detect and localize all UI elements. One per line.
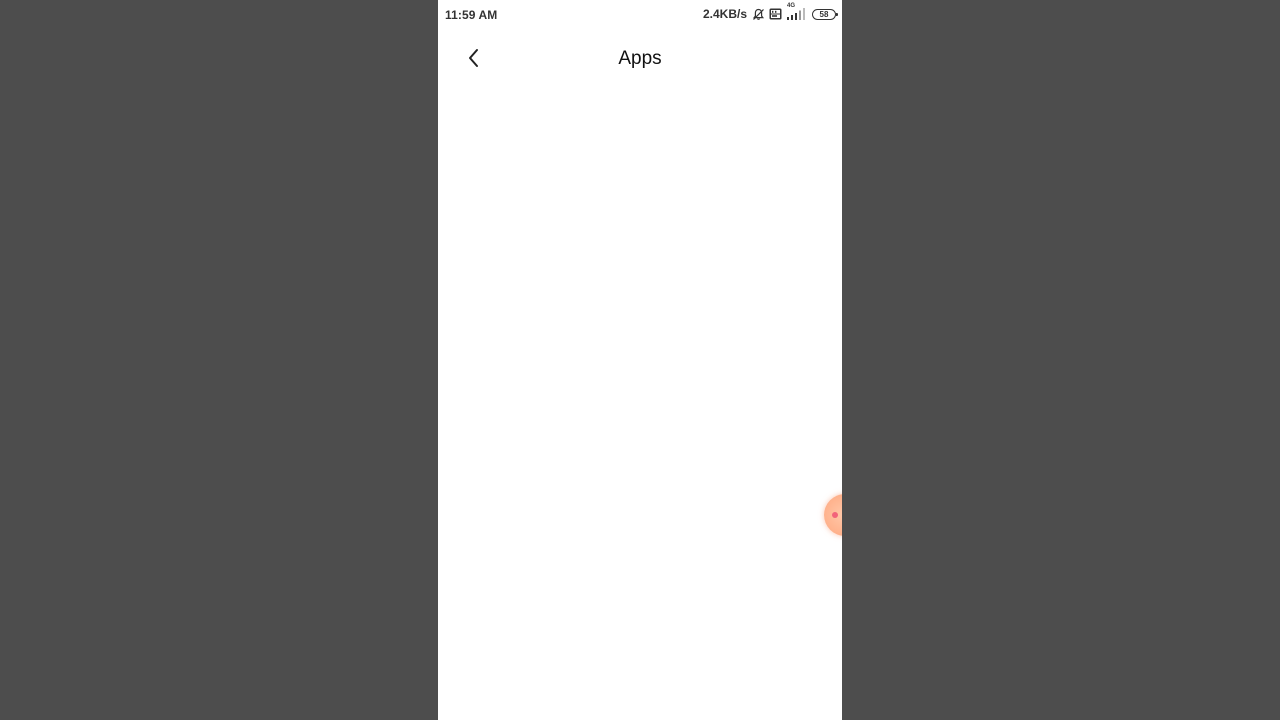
phone-screen: 11:59 AM 2.4KB/s 4G 58 Apps: [438, 0, 842, 720]
status-indicators: 2.4KB/s 4G 58: [702, 3, 838, 21]
battery-icon: 58: [812, 8, 838, 20]
page-title: Apps: [618, 48, 662, 69]
signal-type-label: 4G: [787, 3, 796, 9]
network-speed: 2.4KB/s: [702, 7, 747, 21]
signal-icon: 4G: [786, 3, 806, 21]
bubble-dot-icon: [832, 512, 838, 518]
battery-level: 58: [819, 9, 829, 19]
video-frame: 11:59 AM 2.4KB/s 4G 58 Apps: [0, 0, 1280, 720]
app-header: Apps: [438, 36, 842, 84]
bell-off-icon: [752, 8, 765, 21]
apps-list-area: [438, 90, 842, 720]
status-time: 11:59 AM: [445, 8, 498, 22]
volte-icon: [769, 8, 782, 20]
status-bar: 11:59 AM 2.4KB/s 4G 58: [438, 0, 842, 28]
